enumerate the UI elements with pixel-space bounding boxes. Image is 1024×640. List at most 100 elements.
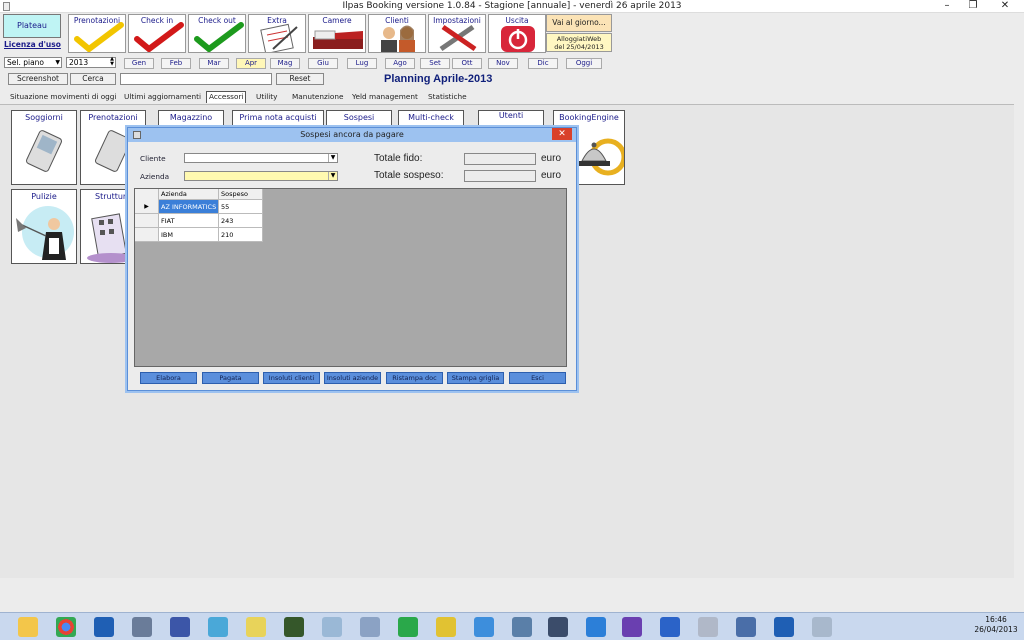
column-header-sospeso[interactable]: Sospeso	[219, 189, 263, 200]
pagata-button[interactable]: Pagata	[202, 372, 259, 384]
app-icon[interactable]	[812, 617, 832, 637]
app-icon[interactable]	[246, 617, 266, 637]
tab-statistiche[interactable]: Statistiche	[428, 91, 467, 103]
table-row-cell[interactable]: 55	[219, 200, 263, 214]
row-selector[interactable]	[135, 214, 159, 228]
dreamweaver-icon[interactable]	[284, 617, 304, 637]
column-header-azienda[interactable]: Azienda	[159, 189, 219, 200]
toolbar-impostazioni-button[interactable]: Impostazioni	[428, 14, 486, 53]
stepper-arrows-icon[interactable]: ▲ ▼	[110, 57, 114, 67]
licenza-link[interactable]: Licenza d'uso	[4, 40, 64, 49]
screenshot-button[interactable]: Screenshot	[8, 73, 68, 85]
chrome-icon[interactable]	[56, 617, 76, 637]
visual-studio-icon[interactable]	[622, 617, 642, 637]
chevron-down-icon[interactable]: ▼	[328, 172, 337, 180]
toolbar-checkout-button[interactable]: Check out	[188, 14, 246, 53]
month-dic-button[interactable]: Dic	[528, 58, 558, 69]
month-giu-button[interactable]: Giu	[308, 58, 338, 69]
toolbar-checkin-button[interactable]: Check in	[128, 14, 186, 53]
app-icon[interactable]	[436, 617, 456, 637]
toolbar-uscita-button[interactable]: Uscita	[488, 14, 546, 53]
insoluti-aziende-button[interactable]: Insoluti aziende	[324, 372, 381, 384]
month-lug-button[interactable]: Lug	[347, 58, 377, 69]
alloggiati-line1: AlloggiatiWeb	[556, 35, 602, 43]
clock[interactable]: 16:46 26/04/2013	[974, 615, 1018, 635]
app-icon[interactable]	[398, 617, 418, 637]
toolbar-prenotazioni-button[interactable]: Prenotazioni	[68, 14, 126, 53]
dialog-close-button[interactable]: ✕	[552, 128, 572, 140]
tile-pulizie[interactable]: Pulizie	[11, 189, 77, 264]
azienda-combo[interactable]: ▼	[184, 171, 338, 181]
plateau-button[interactable]: Plateau	[3, 14, 61, 38]
tab-yeld-management[interactable]: Yeld management	[352, 91, 418, 103]
year-stepper[interactable]: 2013 ▲ ▼	[66, 57, 116, 68]
chevron-down-icon[interactable]: ▼	[328, 154, 337, 162]
table-row-cell[interactable]: FIAT	[159, 214, 219, 228]
tab-accessori[interactable]: Accessori	[206, 91, 247, 103]
tab-utility[interactable]: Utility	[256, 91, 277, 103]
app-icon[interactable]	[170, 617, 190, 637]
sospesi-grid[interactable]: Azienda Sospeso ▶ AZ INFORMATICS 55 FIAT…	[134, 188, 567, 367]
ristampa-doc-button[interactable]: Ristampa doc	[386, 372, 443, 384]
app-icon[interactable]	[548, 617, 568, 637]
month-mar-button[interactable]: Mar	[199, 58, 229, 69]
alloggiati-web-button[interactable]: AlloggiatiWeb del 25/04/2013	[546, 33, 612, 52]
cerca-button[interactable]: Cerca	[70, 73, 116, 85]
app-icon[interactable]	[698, 617, 718, 637]
toolbar-clienti-button[interactable]: Clienti	[368, 14, 426, 53]
people-icon	[381, 25, 415, 52]
table-row-cell[interactable]: AZ INFORMATICS	[159, 200, 219, 214]
reset-button[interactable]: Reset	[276, 73, 324, 85]
row-selector[interactable]	[135, 228, 159, 242]
month-mag-button[interactable]: Mag	[270, 58, 300, 69]
totale-sospeso-field	[464, 170, 536, 182]
month-set-button[interactable]: Set	[420, 58, 450, 69]
month-nov-button[interactable]: Nov	[488, 58, 518, 69]
table-row-cell[interactable]: 210	[219, 228, 263, 242]
app-icon[interactable]	[360, 617, 380, 637]
totale-fido-field	[464, 153, 536, 165]
month-ago-button[interactable]: Ago	[385, 58, 415, 69]
app-icon[interactable]	[660, 617, 680, 637]
month-gen-button[interactable]: Gen	[124, 58, 154, 69]
table-row-cell[interactable]: IBM	[159, 228, 219, 242]
tab-situazione[interactable]: Situazione movimenti di oggi	[10, 91, 116, 103]
cliente-combo[interactable]: ▼	[184, 153, 338, 163]
minimize-button[interactable]: –	[934, 0, 960, 12]
clock-time: 16:46	[985, 615, 1007, 624]
tools-app-icon[interactable]	[132, 617, 152, 637]
row-selector-icon[interactable]: ▶	[135, 200, 159, 214]
app-icon[interactable]	[208, 617, 228, 637]
planning-title: Planning Aprile-2013	[384, 73, 493, 85]
alloggiati-line2: del 25/04/2013	[554, 43, 604, 51]
tile-soggiorni[interactable]: Soggiorni	[11, 110, 77, 185]
tile-label: BookingEngine	[559, 113, 619, 122]
app-icon[interactable]	[512, 617, 532, 637]
app-icon[interactable]	[736, 617, 756, 637]
outlook-icon[interactable]	[774, 617, 794, 637]
esci-button[interactable]: Esci	[509, 372, 566, 384]
search-input[interactable]	[120, 73, 272, 85]
toolbar-extra-button[interactable]: Extra	[248, 14, 306, 53]
teamviewer-icon[interactable]	[474, 617, 494, 637]
outlook-icon[interactable]	[94, 617, 114, 637]
internet-explorer-icon[interactable]	[586, 617, 606, 637]
month-feb-button[interactable]: Feb	[161, 58, 191, 69]
app-icon[interactable]	[322, 617, 342, 637]
tab-ultimi-aggiornamenti[interactable]: Ultimi aggiornamenti	[124, 91, 201, 103]
month-oggi-button[interactable]: Oggi	[566, 58, 602, 69]
toolbar-camere-button[interactable]: Camere	[308, 14, 366, 53]
year-value: 2013	[69, 58, 89, 67]
maximize-button[interactable]: ❐	[960, 0, 986, 12]
vai-al-giorno-button[interactable]: Vai al giorno...	[546, 14, 612, 32]
stampa-griglia-button[interactable]: Stampa griglia	[447, 372, 504, 384]
file-explorer-icon[interactable]	[18, 617, 38, 637]
elabora-button[interactable]: Elabora	[140, 372, 197, 384]
insoluti-clienti-button[interactable]: Insoluti clienti	[263, 372, 320, 384]
close-window-button[interactable]: ✕	[992, 0, 1018, 12]
tab-manutenzione[interactable]: Manutenzione	[292, 91, 343, 103]
month-apr-button[interactable]: Apr	[236, 58, 266, 69]
month-ott-button[interactable]: Ott	[452, 58, 482, 69]
table-row-cell[interactable]: 243	[219, 214, 263, 228]
sel-piano-select[interactable]: Sel. piano ▼	[4, 57, 62, 68]
